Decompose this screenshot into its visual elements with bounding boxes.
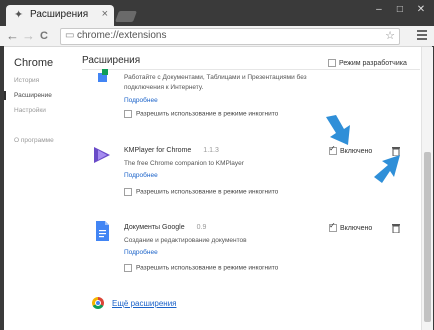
sidebar-item-history[interactable]: История [14, 77, 39, 84]
developer-mode-label: Режим разработчика [339, 59, 407, 67]
bookmark-star-icon[interactable]: ☆ [385, 29, 395, 42]
reload-button[interactable]: C [40, 28, 48, 44]
developer-mode-toggle[interactable]: Режим разработчика [328, 57, 407, 69]
tab-close-icon[interactable]: × [102, 8, 108, 20]
extension-name-text: Документы Google [124, 224, 185, 231]
extension-version: 0.9 [196, 224, 207, 231]
enabled-checkbox[interactable] [329, 221, 337, 232]
active-indicator [4, 91, 6, 100]
tab-extensions[interactable]: ✦ Расширения × [6, 5, 114, 26]
enabled-checkbox[interactable] [329, 144, 337, 155]
incognito-option[interactable]: Разрешить использование в режиме инкогни… [124, 110, 278, 118]
incognito-label: Разрешить использование в режиме инкогни… [136, 188, 279, 196]
sidebar-item-about[interactable]: О программе [14, 137, 54, 144]
trash-icon[interactable] [392, 224, 400, 233]
incognito-label: Разрешить использование в режиме инкогни… [136, 110, 279, 118]
tab-title: Расширения [30, 9, 89, 20]
puzzle-icon: ✦ [14, 9, 24, 21]
incognito-label: Разрешить использование в режиме инкогни… [136, 264, 279, 272]
address-bar[interactable]: ▭ chrome://extensions ☆ [60, 28, 400, 45]
scrollbar-thumb[interactable] [424, 152, 431, 322]
extension-name-text: KMPlayer for Chrome [124, 147, 192, 154]
header-divider [82, 69, 420, 70]
enabled-label: Включено [340, 147, 373, 155]
incognito-checkbox[interactable] [124, 264, 132, 272]
title-bar: ✦ Расширения × – □ ✕ [0, 0, 434, 26]
back-button[interactable]: ← [6, 28, 19, 44]
more-extensions-link[interactable]: Ещё расширения [112, 299, 177, 308]
sidebar-item-settings[interactable]: Настройки [14, 107, 46, 114]
extension-details-link[interactable]: Подробнее [124, 172, 158, 179]
extension-description: Создание и редактирование документов [124, 237, 247, 244]
developer-mode-checkbox[interactable] [328, 59, 336, 68]
extension-name: Документы Google 0.9 [124, 224, 206, 231]
incognito-checkbox[interactable] [124, 110, 132, 118]
browser-toolbar: ← → C ▭ chrome://extensions ☆ [0, 26, 434, 47]
sidebar-item-extensions[interactable]: Расширение [14, 92, 52, 99]
maximize-button[interactable]: □ [393, 4, 407, 16]
extension-description-2: подключения к Интернету. [124, 84, 204, 91]
url-text[interactable]: chrome://extensions [77, 30, 167, 41]
forward-button[interactable]: → [22, 28, 35, 44]
extension-description: Работайте с Документами, Таблицами и Пре… [124, 74, 307, 81]
kmplayer-icon [94, 147, 110, 163]
extension-details-link[interactable]: Подробнее [124, 97, 158, 104]
sidebar: Chrome История Расширение Настройки О пр… [0, 47, 80, 330]
annotation-arrow-down [326, 115, 350, 145]
page-title: Расширения [82, 55, 141, 66]
more-extensions[interactable]: Ещё расширения [92, 297, 177, 310]
extensions-page: Расширения Режим разработчика Работайте … [82, 47, 420, 330]
extension-version: 1.1.3 [203, 147, 219, 154]
chrome-store-icon [92, 297, 104, 310]
incognito-option[interactable]: Разрешить использование в режиме инкогни… [124, 264, 278, 272]
extension-details-link[interactable]: Подробнее [124, 249, 158, 256]
incognito-checkbox[interactable] [124, 188, 132, 196]
window-controls: – □ ✕ [368, 3, 428, 16]
page-icon: ▭ [65, 30, 75, 41]
google-apps-icon [98, 69, 108, 82]
incognito-option[interactable]: Разрешить использование в режиме инкогни… [124, 188, 278, 196]
chrome-menu-button[interactable] [417, 30, 427, 42]
extension-name: KMPlayer for Chrome 1.1.3 [124, 147, 219, 154]
extension-description: The free Chrome companion to KMPlayer [124, 160, 244, 167]
scrollbar[interactable] [421, 47, 433, 330]
enabled-label: Включено [340, 224, 373, 232]
google-docs-icon [96, 221, 109, 241]
minimize-button[interactable]: – [372, 4, 386, 16]
sidebar-brand: Chrome [14, 57, 54, 69]
close-window-button[interactable]: ✕ [414, 4, 428, 16]
enabled-toggle[interactable]: Включено [329, 221, 373, 232]
enabled-toggle[interactable]: Включено [329, 144, 373, 155]
new-tab-button[interactable] [114, 11, 138, 22]
annotation-arrow-up [374, 155, 400, 183]
